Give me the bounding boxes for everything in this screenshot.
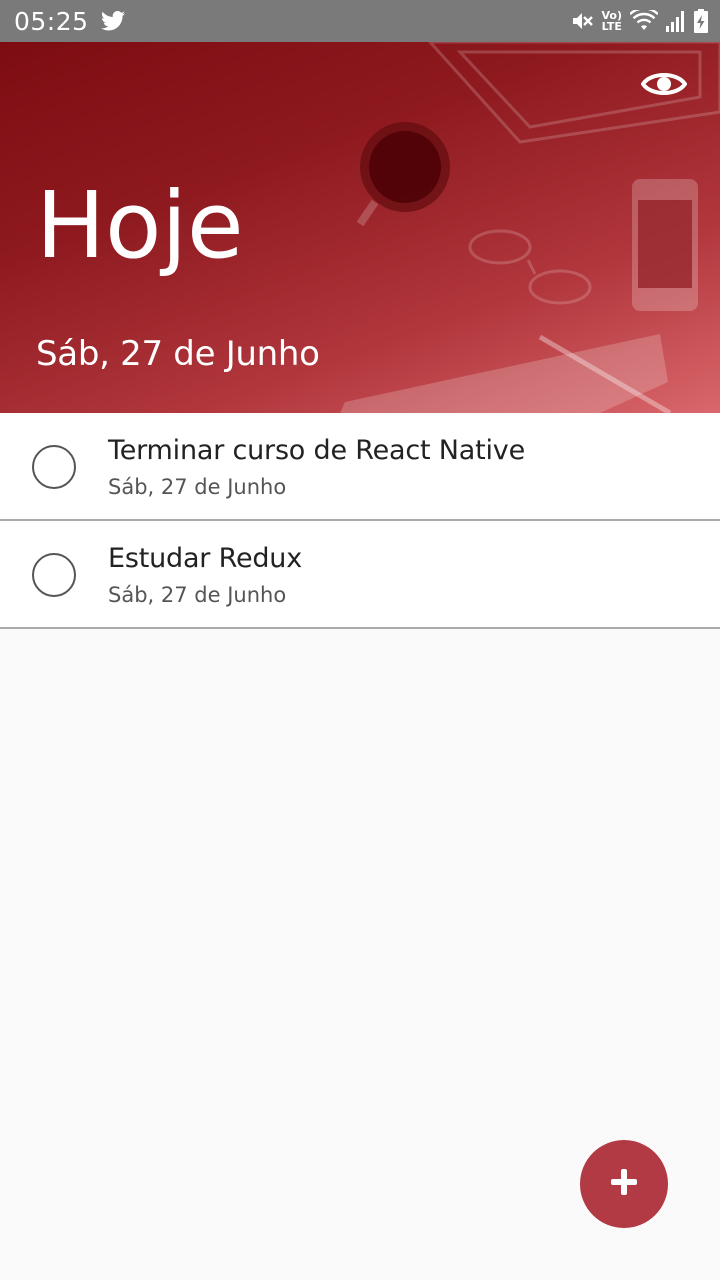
header-date: Sáb, 27 de Junho xyxy=(36,334,320,374)
task-title: Terminar curso de React Native xyxy=(108,435,525,466)
task-item[interactable]: Estudar Redux Sáb, 27 de Junho xyxy=(0,521,720,629)
status-bar: 05:25 Vo) LTE xyxy=(0,0,720,42)
task-checkbox[interactable] xyxy=(32,445,76,489)
task-item[interactable]: Terminar curso de React Native Sáb, 27 d… xyxy=(0,413,720,521)
volte-icon: Vo) LTE xyxy=(602,10,623,32)
task-list: Terminar curso de React Native Sáb, 27 d… xyxy=(0,413,720,629)
volte-bottom: LTE xyxy=(601,20,622,33)
task-checkbox[interactable] xyxy=(32,553,76,597)
twitter-icon xyxy=(100,11,125,31)
task-title: Estudar Redux xyxy=(108,543,302,574)
plus-icon xyxy=(609,1167,639,1201)
status-time: 05:25 xyxy=(14,6,89,36)
task-date: Sáb, 27 de Junho xyxy=(108,475,287,499)
page-title: Hoje xyxy=(36,172,244,279)
signal-icon xyxy=(666,10,686,32)
header-banner: Hoje Sáb, 27 de Junho xyxy=(0,42,720,413)
eye-icon[interactable] xyxy=(640,64,688,104)
add-task-button[interactable] xyxy=(580,1140,668,1228)
task-date: Sáb, 27 de Junho xyxy=(108,583,287,607)
battery-charging-icon xyxy=(694,9,708,33)
wifi-icon xyxy=(630,10,658,32)
status-icons: Vo) LTE xyxy=(570,9,708,33)
mute-icon xyxy=(570,9,594,33)
